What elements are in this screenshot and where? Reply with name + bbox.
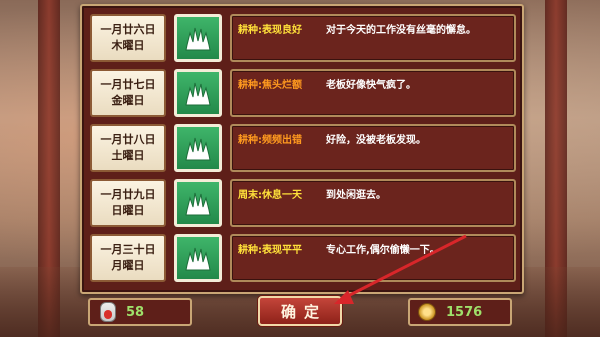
weekday-label: 土曜日 [111, 149, 145, 162]
date-label: 一月廿九日 [100, 188, 156, 201]
weekday-label: 月曜日 [111, 259, 145, 272]
grass-icon [185, 247, 211, 271]
date-label: 一月廿六日 [100, 23, 156, 36]
activity-icon-box [174, 69, 222, 117]
comment-text: 对于今天的工作没有丝毫的懈怠。 [326, 25, 476, 36]
status-tag: 耕种:焦头烂额 [238, 80, 302, 91]
description-box: 周末:休息一天 到处闲逛去。 [230, 179, 516, 227]
description-box: 耕种:频频出错 好险，没被老板发现。 [230, 124, 516, 172]
grass-icon [185, 82, 211, 106]
weekday-label: 木曜日 [111, 39, 145, 52]
activity-icon-box [174, 124, 222, 172]
status-tag: 耕种:表现平平 [238, 245, 302, 256]
potion-vial-icon [100, 302, 116, 322]
grass-icon [185, 27, 211, 51]
health-value: 58 [126, 304, 145, 320]
date-box: 一月三十日 月曜日 [90, 234, 166, 282]
status-tag: 耕种:频频出错 [238, 135, 302, 146]
activity-icon-box [174, 234, 222, 282]
comment-text: 老板好像快气疯了。 [326, 80, 416, 91]
day-row: 一月廿九日 日曜日 周末:休息一天 到处闲逛去。 [90, 179, 516, 227]
date-label: 一月三十日 [100, 243, 156, 256]
health-display: 58 [88, 298, 192, 326]
date-box: 一月廿七日 金曜日 [90, 69, 166, 117]
date-label: 一月廿八日 [100, 133, 156, 146]
grass-icon [185, 192, 211, 216]
day-row: 一月廿七日 金曜日 耕种:焦头烂额 老板好像快气疯了。 [90, 69, 516, 117]
weekday-label: 金曜日 [111, 94, 145, 107]
activity-icon-box [174, 179, 222, 227]
description-box: 耕种:表现良好 对于今天的工作没有丝毫的懈怠。 [230, 14, 516, 62]
status-tag: 周末:休息一天 [238, 190, 302, 201]
day-row: 一月廿八日 土曜日 耕种:频频出错 好险，没被老板发现。 [90, 124, 516, 172]
pointer-arrow-icon [334, 234, 467, 304]
grass-icon [185, 137, 211, 161]
comment-text: 好险，没被老板发现。 [326, 135, 426, 146]
activity-icon-box [174, 14, 222, 62]
date-box: 一月廿八日 土曜日 [90, 124, 166, 172]
date-label: 一月廿七日 [100, 78, 156, 91]
status-tag: 耕种:表现良好 [238, 25, 302, 36]
comment-text: 到处闲逛去。 [326, 190, 386, 201]
description-box: 耕种:焦头烂额 老板好像快气疯了。 [230, 69, 516, 117]
date-box: 一月廿九日 日曜日 [90, 179, 166, 227]
date-box: 一月廿六日 木曜日 [90, 14, 166, 62]
weekday-label: 日曜日 [111, 204, 145, 217]
day-row: 一月廿六日 木曜日 耕种:表现良好 对于今天的工作没有丝毫的懈怠。 [90, 14, 516, 62]
